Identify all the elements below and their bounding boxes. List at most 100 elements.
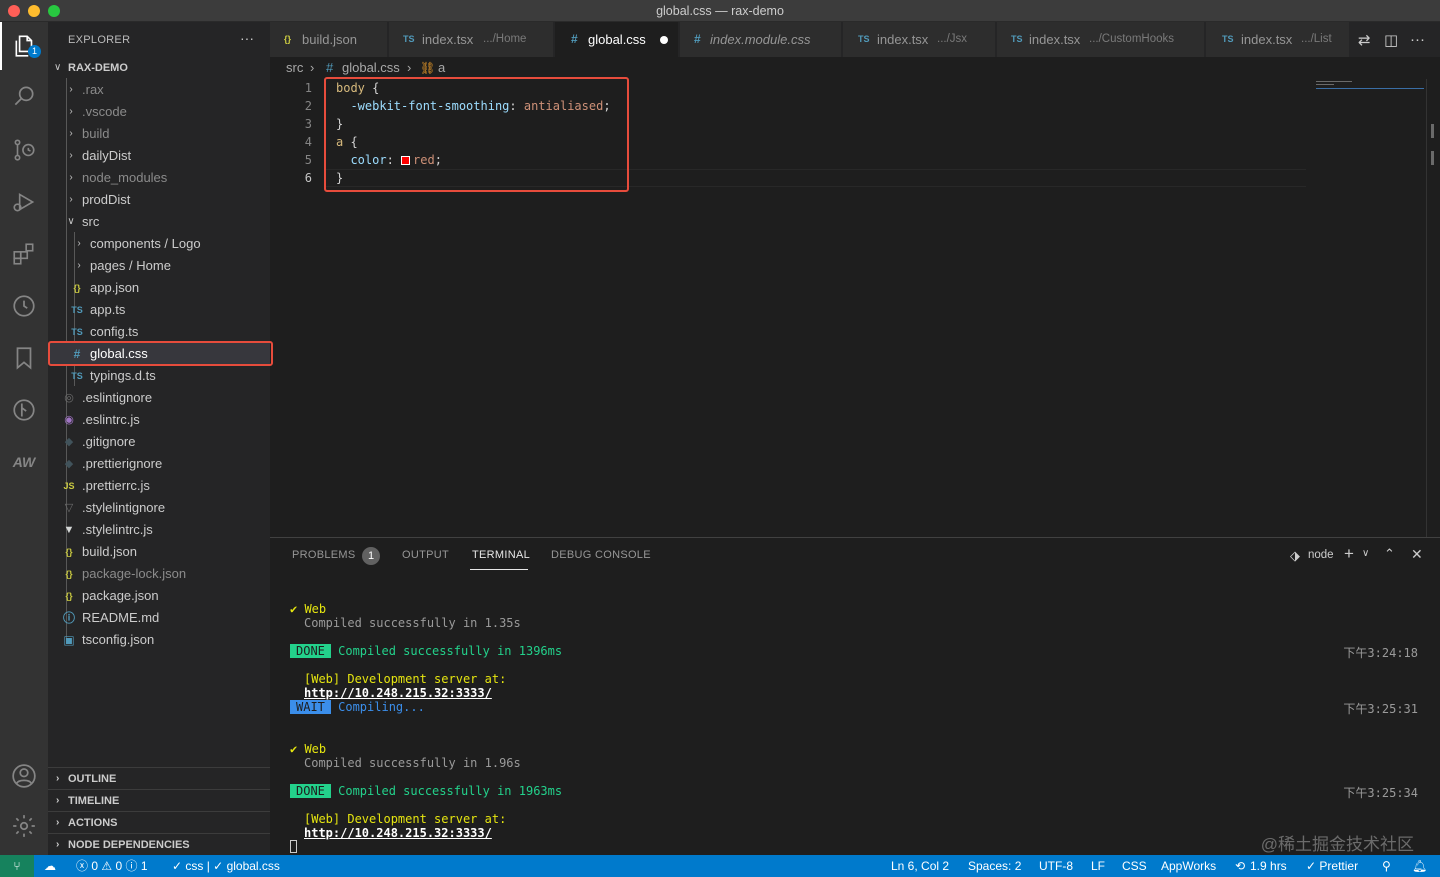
tree-file-tsconfig-json[interactable]: ▣ tsconfig.json <box>48 629 270 651</box>
extensions-icon[interactable] <box>0 230 48 278</box>
maximize-panel-icon[interactable]: ⌃ <box>1384 546 1395 562</box>
unsaved-dot-icon[interactable] <box>660 36 668 44</box>
tree-file-eslintignore[interactable]: ◎ .eslintignore <box>48 387 270 409</box>
lint-status[interactable]: ✓ css | ✓ global.css <box>172 855 280 877</box>
timer-icon[interactable] <box>0 282 48 330</box>
tab-build-json[interactable]: {} build.json <box>270 22 388 57</box>
tree-file-package-lock-json[interactable]: {} package-lock.json <box>48 563 270 585</box>
tree-file-eslintrc-js[interactable]: ◉ .eslintrc.js <box>48 409 270 431</box>
javascript-file-icon: JS <box>63 481 75 491</box>
breadcrumb-file[interactable]: global.css <box>342 57 400 79</box>
tree-folder-pages-home[interactable]: › pages / Home <box>48 255 270 277</box>
editor-scrollbar[interactable] <box>1426 79 1440 537</box>
close-panel-icon[interactable]: ✕ <box>1411 546 1423 563</box>
tree-file-config-ts[interactable]: TS config.ts <box>48 321 270 343</box>
tree-folder-src[interactable]: ∨ src <box>48 211 270 233</box>
appworks-icon[interactable]: AW <box>0 438 48 486</box>
chevron-right-icon: › <box>56 817 60 828</box>
line-number: 2 <box>304 99 312 113</box>
tree-file-app-json[interactable]: {} app.json <box>48 277 270 299</box>
split-editor-icon[interactable]: ◫ <box>1384 31 1398 49</box>
tab-index-tsx-home[interactable]: TS index.tsx .../Home <box>389 22 554 57</box>
git-file-icon: ◆ <box>64 436 74 448</box>
stylelint-file-icon: ▼ <box>63 524 75 536</box>
tree-file-build-json[interactable]: {} build.json <box>48 541 270 563</box>
chevron-right-icon: › <box>56 773 60 784</box>
run-debug-icon[interactable] <box>0 178 48 226</box>
json-file-icon: {} <box>73 283 81 293</box>
tree-folder-components-logo[interactable]: › components / Logo <box>48 233 270 255</box>
tree-folder-rax[interactable]: › .rax <box>48 79 270 101</box>
indentation[interactable]: Spaces: 2 <box>968 855 1021 877</box>
tree-file-app-ts[interactable]: TS app.ts <box>48 299 270 321</box>
new-terminal-plus-icon[interactable]: + <box>1344 544 1354 564</box>
more-actions-icon[interactable]: ··· <box>1410 31 1425 48</box>
terminal-link[interactable]: http://10.248.215.32:3333/ <box>304 686 492 700</box>
feedback-icon[interactable]: ⚲ <box>1382 855 1391 877</box>
info-icon: ⓘ <box>125 859 138 873</box>
remote-indicator-icon[interactable]: ⑂ <box>0 855 34 877</box>
git-graph-icon[interactable] <box>0 386 48 434</box>
tree-file-stylelintrc-js[interactable]: ▼ .stylelintrc.js <box>48 519 270 541</box>
problems-status[interactable]: ⓧ 0 ⚠ 0 ⓘ 1 <box>76 855 148 877</box>
typescript-file-icon: TS <box>71 305 83 315</box>
tab-index-tsx-list[interactable]: TS index.tsx .../List <box>1206 22 1350 57</box>
tree-file-prettierignore[interactable]: ◆ .prettierignore <box>48 453 270 475</box>
timeline-section[interactable]: › TIMELINE <box>48 789 270 811</box>
encoding[interactable]: UTF-8 <box>1039 855 1073 877</box>
search-icon[interactable] <box>0 72 48 120</box>
chevron-down-icon[interactable]: ∨ <box>1362 548 1369 559</box>
time-tracker[interactable]: 1.9 hrs <box>1250 855 1287 877</box>
chevron-right-icon: › <box>56 839 60 850</box>
tab-terminal[interactable]: TERMINAL <box>472 549 530 561</box>
explorer-activity-icon[interactable]: 1 <box>0 22 48 70</box>
tree-folder-build[interactable]: › build <box>48 123 270 145</box>
tree-folder-proddist[interactable]: › prodDist <box>48 189 270 211</box>
tree-file-package-json[interactable]: {} package.json <box>48 585 270 607</box>
highlight-box <box>324 77 629 192</box>
tree-file-typings-d-ts[interactable]: TS typings.d.ts <box>48 365 270 387</box>
workspace-root[interactable]: RAX-DEMO <box>68 62 128 74</box>
more-actions-icon[interactable]: ··· <box>240 30 254 46</box>
prettier-status[interactable]: ✓ Prettier <box>1306 855 1358 877</box>
tab-problems[interactable]: PROBLEMS <box>292 549 356 561</box>
tree-folder-node-modules[interactable]: › node_modules <box>48 167 270 189</box>
typescript-file-icon: TS <box>858 34 870 44</box>
tab-index-tsx-jsx[interactable]: TS index.tsx .../Jsx <box>843 22 996 57</box>
tab-index-module-css[interactable]: # index.module.css <box>680 22 842 57</box>
tree-file-stylelintignore[interactable]: ▽ .stylelintignore <box>48 497 270 519</box>
tab-index-tsx-customhooks[interactable]: TS index.tsx .../CustomHooks <box>997 22 1205 57</box>
css-file-icon: # <box>326 60 334 75</box>
json-file-icon: {} <box>65 591 73 601</box>
outline-section[interactable]: › OUTLINE <box>48 767 270 789</box>
minimap[interactable] <box>1312 79 1424 537</box>
appworks-status[interactable]: AppWorks <box>1161 855 1216 877</box>
tab-global-css[interactable]: # global.css <box>555 22 679 57</box>
source-control-icon[interactable] <box>0 126 48 174</box>
breadcrumb-src[interactable]: src <box>286 57 303 79</box>
open-changes-icon[interactable]: ⇄ <box>1358 31 1371 49</box>
account-icon[interactable] <box>0 752 48 800</box>
tree-folder-dailydist[interactable]: › dailyDist <box>48 145 270 167</box>
tree-file-readme-md[interactable]: ⓘ README.md <box>48 607 270 629</box>
terminal-line: DONE Compiled successfully in 1963ms <box>290 784 562 798</box>
cursor-position[interactable]: Ln 6, Col 2 <box>891 855 949 877</box>
bookmark-icon[interactable] <box>0 334 48 382</box>
language-mode[interactable]: CSS <box>1122 855 1147 877</box>
manage-gear-icon[interactable] <box>0 802 48 850</box>
sync-icon[interactable]: ☁ <box>44 855 56 877</box>
node-dependencies-section[interactable]: › NODE DEPENDENCIES <box>48 833 270 855</box>
tab-output[interactable]: OUTPUT <box>402 549 449 561</box>
tree-folder-vscode[interactable]: › .vscode <box>48 101 270 123</box>
tree-file-gitignore[interactable]: ◆ .gitignore <box>48 431 270 453</box>
tree-file-prettierrc-js[interactable]: JS .prettierrc.js <box>48 475 270 497</box>
terminal-shell-selector[interactable]: node <box>1308 549 1334 561</box>
chevron-down-icon[interactable]: ∨ <box>54 62 61 73</box>
terminal-link[interactable]: http://10.248.215.32:3333/ <box>304 826 492 840</box>
tab-debug-console[interactable]: DEBUG CONSOLE <box>551 549 651 561</box>
warning-icon: ⚠ <box>101 859 113 873</box>
actions-section[interactable]: › ACTIONS <box>48 811 270 833</box>
notifications-bell-icon[interactable]: 🔔︎ <box>1412 855 1427 877</box>
end-of-line[interactable]: LF <box>1091 855 1105 877</box>
breadcrumb-symbol[interactable]: a <box>438 57 445 79</box>
